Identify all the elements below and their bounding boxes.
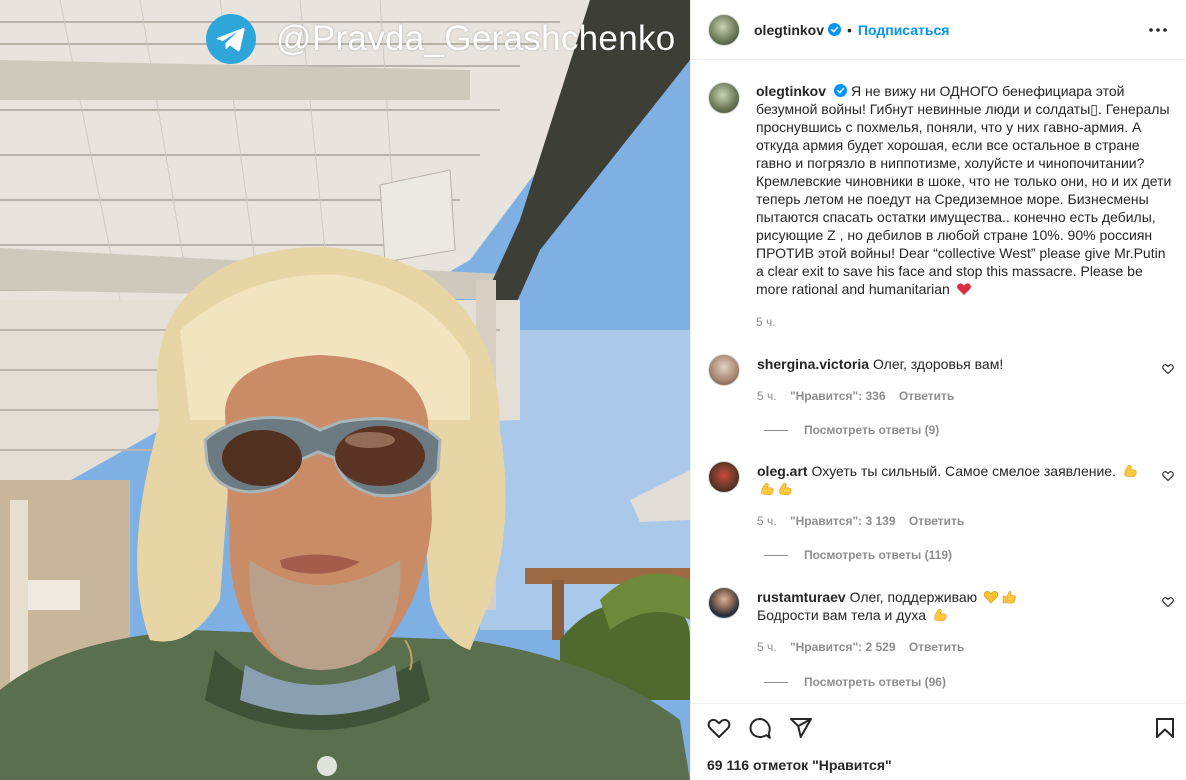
comment-body: shergina.victoria Олег, здоровья вам! 5 …: [757, 354, 1142, 405]
comment-meta: 5 ч. "Нравится": 3 139 Ответить: [757, 512, 1142, 530]
comment-item: shergina.victoria Олег, здоровья вам! 5 …: [708, 354, 1178, 405]
bookmark-icon[interactable]: [1153, 716, 1177, 740]
comment-text: Олег, поддерживаю: [849, 589, 978, 605]
commenter-avatar[interactable]: [708, 354, 740, 386]
comment-likes[interactable]: "Нравится": 336: [790, 389, 886, 403]
likes-count[interactable]: 69 116 отметок "Нравится": [707, 757, 892, 773]
comment-item: oleg.art Охуеть ты сильный. Самое смелое…: [708, 461, 1178, 530]
reply-button[interactable]: Ответить: [909, 640, 964, 654]
commenter-avatar[interactable]: [708, 461, 740, 493]
flexed-biceps-icon: [761, 483, 774, 496]
caption-username[interactable]: olegtinkov: [756, 83, 826, 99]
comment-username[interactable]: oleg.art: [757, 463, 808, 479]
commenter-avatar[interactable]: [708, 587, 740, 619]
replies-divider: [764, 554, 788, 556]
comment-likes[interactable]: "Нравится": 2 529: [790, 640, 896, 654]
verified-badge-icon: [828, 23, 842, 36]
share-icon[interactable]: [789, 716, 813, 740]
view-replies-button[interactable]: Посмотреть ответы (119): [764, 548, 952, 562]
heart-thumbs-up-icon: [983, 591, 999, 604]
reply-button[interactable]: Ответить: [899, 389, 954, 403]
flexed-biceps-icon: [779, 483, 792, 496]
flexed-biceps-icon: [1124, 465, 1137, 478]
comment-text: Охуеть ты сильный. Самое смелое заявлени…: [811, 463, 1116, 479]
like-comment-heart-icon[interactable]: [1162, 470, 1174, 482]
comment-icon[interactable]: [748, 716, 772, 740]
comment-body: rustamturaev Олег, поддерживаю Бодрости …: [757, 587, 1142, 656]
view-replies-button[interactable]: Посмотреть ответы (96): [764, 675, 946, 689]
caption-body: olegtinkov Я не вижу ни ОДНОГО бенефициар…: [756, 82, 1176, 331]
comment-time: 5 ч.: [757, 514, 777, 528]
comment-time: 5 ч.: [757, 389, 777, 403]
view-replies-label: Посмотреть ответы (9): [804, 423, 940, 437]
caption-avatar[interactable]: [708, 82, 740, 114]
post-caption: olegtinkov Я не вижу ни ОДНОГО бенефициар…: [708, 82, 1178, 331]
follow-button[interactable]: Подписаться: [858, 22, 950, 38]
comment-text: Бодрости вам тела и духа: [757, 607, 927, 623]
telegram-icon: [206, 14, 256, 64]
comment-body: oleg.art Охуеть ты сильный. Самое смелое…: [757, 461, 1142, 530]
author-username[interactable]: olegtinkov: [754, 22, 824, 38]
more-horizontal-icon[interactable]: [1147, 19, 1169, 41]
comment-likes[interactable]: "Нравится": 3 139: [790, 514, 896, 528]
thumbs-up-icon: [1002, 591, 1016, 604]
post-action-bar: [691, 703, 1186, 751]
flexed-biceps-icon: [934, 609, 947, 622]
post-header: olegtinkov • Подписаться: [691, 0, 1186, 60]
caption-timestamp: 5 ч.: [756, 315, 776, 329]
caption-text: Я не вижу ни ОДНОГО бенефициара этой без…: [756, 83, 1172, 297]
comment-item: rustamturaev Олег, поддерживаю Бодрости …: [708, 587, 1178, 656]
like-comment-heart-icon[interactable]: [1162, 596, 1174, 608]
watermark-handle: @Pravda_Gerashchenko: [276, 19, 676, 58]
comment-meta: 5 ч. "Нравится": 336 Ответить: [757, 387, 1142, 405]
comment-meta: 5 ч. "Нравится": 2 529 Ответить: [757, 638, 1142, 656]
reply-button[interactable]: Ответить: [909, 514, 964, 528]
post-side-panel: olegtinkov • Подписаться olegtinkov Я не …: [690, 0, 1186, 780]
author-avatar[interactable]: [708, 13, 740, 46]
heart-icon[interactable]: [707, 716, 731, 740]
view-replies-label: Посмотреть ответы (96): [804, 675, 946, 689]
telegram-watermark: @Pravda_Gerashchenko: [206, 12, 676, 66]
view-replies-button[interactable]: Посмотреть ответы (9): [764, 423, 939, 437]
like-comment-heart-icon[interactable]: [1162, 363, 1174, 375]
comment-username[interactable]: rustamturaev: [757, 589, 846, 605]
comment-time: 5 ч.: [757, 640, 777, 654]
view-replies-label: Посмотреть ответы (119): [804, 548, 952, 562]
comment-text-line2: Бодрости вам тела и духа: [757, 606, 1142, 624]
header-separator: •: [847, 21, 852, 38]
post-photo[interactable]: @Pravda_Gerashchenko: [0, 0, 690, 780]
comment-username[interactable]: shergina.victoria: [757, 356, 869, 372]
red-heart-icon: [956, 283, 971, 295]
replies-divider: [764, 681, 788, 683]
verified-badge-icon: [834, 84, 848, 97]
comment-text: Олег, здоровья вам!: [872, 356, 1004, 372]
photo-scene: [0, 0, 690, 780]
replies-divider: [764, 429, 788, 431]
